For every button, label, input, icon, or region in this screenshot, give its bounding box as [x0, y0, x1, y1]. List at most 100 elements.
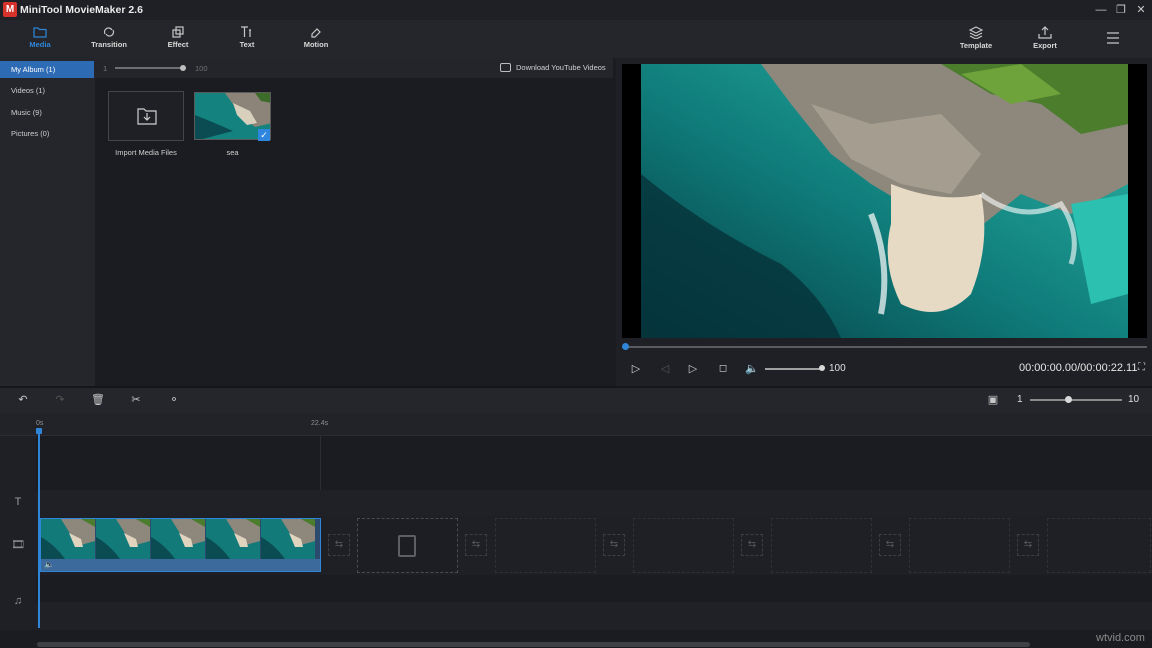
sidebar-item-count: (1) [36, 86, 45, 95]
sidebar-item-label: My Album [11, 65, 44, 74]
fullscreen-icon[interactable]: ⛶ [1138, 362, 1145, 373]
hamburger-menu-icon[interactable] [1105, 31, 1121, 45]
import-media-button[interactable] [108, 91, 184, 141]
stop-icon[interactable]: ◻ [716, 362, 730, 376]
layers-icon [969, 26, 983, 39]
empty-clip-slot[interactable] [633, 518, 734, 573]
tab-text[interactable]: Text [212, 20, 282, 58]
watermark: wtvid.com [1096, 632, 1145, 644]
app-title: MiniTool MovieMaker 2.6 [20, 4, 143, 16]
fit-timeline-icon[interactable]: ▣ [985, 392, 1001, 408]
play-icon[interactable]: ▷ [629, 362, 643, 376]
clip-thumbnails [41, 519, 320, 559]
album-sidebar: My Album (1) Videos (1) Music (9) Pictur… [0, 58, 95, 386]
tab-effect-label: Effect [143, 40, 213, 49]
sidebar-item-count: (0) [40, 129, 49, 138]
playback-progress-bar[interactable] [626, 346, 1147, 348]
sidebar-item-label: Pictures [11, 129, 38, 138]
ruler-start-label: 0s [36, 420, 43, 427]
tab-transition-label: Transition [74, 40, 144, 49]
download-youtube-videos-link[interactable]: Download YouTube Videos [516, 63, 606, 72]
clip-audio-bar [41, 559, 320, 571]
transition-slot[interactable]: ⇆ [1017, 534, 1039, 556]
sidebar-item-label: Videos [11, 86, 34, 95]
timeline-zoom-slider[interactable] [1030, 399, 1122, 401]
tab-motion[interactable]: Motion [281, 20, 351, 58]
close-icon[interactable]: ✕ [1129, 2, 1152, 18]
tab-motion-label: Motion [281, 40, 351, 49]
audio-track-gap [0, 575, 1152, 602]
tab-transition[interactable]: Transition [74, 20, 144, 58]
playback-progress-handle[interactable] [622, 343, 629, 350]
app-logo-icon: M [3, 2, 17, 17]
timeline-zoom-min: 1 [1017, 394, 1023, 405]
text-track[interactable] [0, 490, 1152, 516]
tab-media[interactable]: Media [5, 20, 75, 58]
export-icon [1038, 26, 1052, 39]
tab-effect[interactable]: Effect [143, 20, 213, 58]
timeline-horizontal-scrollbar[interactable] [37, 642, 1030, 647]
sidebar-item-my-album[interactable]: My Album (1) [0, 61, 94, 78]
transition-slot[interactable]: ⇆ [328, 534, 350, 556]
export-button[interactable]: Export [1010, 20, 1080, 58]
transition-icon [102, 26, 116, 38]
media-item-label: sea [194, 148, 271, 157]
thumbnail-size-min: 1 [103, 64, 107, 73]
timeline-ruler[interactable] [0, 413, 1152, 436]
clip-frame [151, 519, 205, 559]
clip-volume-icon[interactable]: 🔈 [44, 560, 54, 569]
text-track-icon: T [10, 496, 26, 508]
sidebar-item-count: (1) [46, 65, 55, 74]
timeline-playhead[interactable] [38, 428, 40, 628]
playhead-handle[interactable] [36, 428, 42, 434]
thumbnail-size-slider[interactable] [115, 67, 183, 69]
video-clip-sea[interactable]: 🔈 [40, 518, 321, 572]
empty-clip-slot[interactable] [909, 518, 1010, 573]
sidebar-item-count: (9) [33, 108, 42, 117]
undo-icon[interactable]: ↶ [15, 392, 31, 408]
sidebar-item-music[interactable]: Music (9) [0, 104, 94, 121]
ruler-end-label: 22.4s [311, 420, 328, 427]
youtube-download-icon[interactable] [500, 63, 511, 72]
import-folder-icon [109, 92, 185, 142]
clip-frame [41, 519, 95, 559]
export-label: Export [1010, 41, 1080, 50]
volume-icon[interactable]: 🔈 [745, 362, 759, 376]
timeline-zoom-handle[interactable] [1065, 396, 1072, 403]
split-scissors-icon[interactable]: ✂ [128, 392, 144, 408]
playback-timecode: 00:00:00.00/00:00:22.11 [1019, 362, 1137, 374]
clip-frame [96, 519, 150, 559]
next-frame-icon[interactable]: ▷ [686, 362, 700, 376]
template-label: Template [941, 41, 1011, 50]
transition-slot[interactable]: ⇆ [465, 534, 487, 556]
transition-slot[interactable]: ⇆ [603, 534, 625, 556]
film-placeholder-icon [398, 535, 416, 557]
empty-clip-slot[interactable] [495, 518, 596, 573]
volume-slider-handle[interactable] [819, 365, 825, 371]
audio-detach-icon[interactable]: ⚬ [166, 392, 182, 408]
music-track-icon: ♫ [10, 595, 26, 607]
template-button[interactable]: Template [941, 20, 1011, 58]
import-media-label: Import Media Files [100, 148, 192, 157]
timeline-zoom-max: 10 [1128, 394, 1139, 405]
thumbnail-size-slider-handle[interactable] [180, 65, 186, 71]
video-track-icon: 🎞 [10, 538, 26, 551]
thumbnail-size-max: 100 [195, 64, 208, 73]
sidebar-item-label: Music [11, 108, 31, 117]
delete-icon[interactable]: 🗑 [90, 392, 106, 408]
tab-text-label: Text [212, 40, 282, 49]
video-preview-image [641, 64, 1128, 338]
empty-clip-slot[interactable] [1047, 518, 1151, 573]
transition-slot[interactable]: ⇆ [741, 534, 763, 556]
empty-clip-slot[interactable] [771, 518, 872, 573]
volume-slider[interactable] [765, 368, 822, 370]
music-track[interactable] [0, 602, 1152, 630]
sidebar-item-videos[interactable]: Videos (1) [0, 82, 94, 99]
text-icon [240, 26, 254, 38]
sidebar-item-pictures[interactable]: Pictures (0) [0, 125, 94, 142]
redo-icon[interactable]: ↷ [52, 392, 68, 408]
transition-slot[interactable]: ⇆ [879, 534, 901, 556]
clip-frame [261, 519, 315, 559]
previous-frame-icon[interactable]: ◁ [658, 362, 672, 376]
title-bar [0, 0, 1152, 20]
